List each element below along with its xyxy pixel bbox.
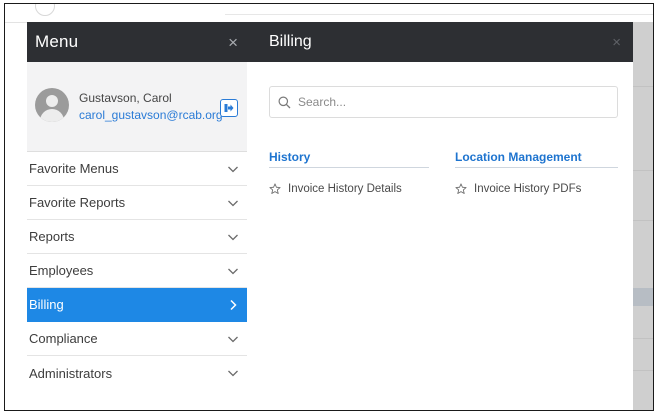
chevron-down-icon bbox=[228, 268, 238, 274]
billing-panel: Billing × History Invoice History Detail… bbox=[247, 22, 633, 410]
star-outline-icon[interactable] bbox=[455, 183, 467, 195]
sidebar-item-label: Compliance bbox=[29, 331, 98, 346]
search-box[interactable] bbox=[269, 86, 618, 118]
sidebar-item-employees[interactable]: Employees bbox=[27, 254, 247, 288]
link-label: Invoice History PDFs bbox=[474, 183, 582, 195]
background-row-divider bbox=[633, 86, 653, 87]
chevron-down-icon bbox=[228, 234, 238, 240]
close-panel-button[interactable]: × bbox=[612, 35, 621, 50]
dimmed-background-overlay[interactable] bbox=[633, 22, 653, 410]
section-heading: History bbox=[269, 150, 429, 168]
magnifier-icon bbox=[278, 96, 291, 108]
panel-header: Billing × bbox=[247, 22, 633, 62]
sidebar-item-billing[interactable]: Billing bbox=[27, 288, 247, 322]
section-history: History Invoice History Details bbox=[269, 150, 429, 195]
panel-title: Billing bbox=[269, 33, 312, 50]
background-row-divider bbox=[633, 338, 653, 339]
sidebar-item-reports[interactable]: Reports bbox=[27, 220, 247, 254]
logout-button[interactable] bbox=[220, 99, 238, 117]
sidebar-item-label: Employees bbox=[29, 263, 94, 278]
sidebar-item-favorite-menus[interactable]: Favorite Menus bbox=[27, 152, 247, 186]
avatar-torso bbox=[40, 109, 64, 122]
sidebar-item-label: Favorite Reports bbox=[29, 195, 126, 210]
user-name: Gustavson, Carol bbox=[79, 91, 172, 105]
sidebar-title: Menu bbox=[35, 32, 79, 51]
sidebar-item-label: Billing bbox=[29, 297, 64, 312]
section-heading: Location Management bbox=[455, 150, 618, 168]
chevron-down-icon bbox=[228, 200, 238, 206]
user-profile-card: Gustavson, Carol carol_gustavson@rcab.or… bbox=[27, 62, 247, 152]
sidebar-header: Menu × bbox=[27, 22, 247, 62]
chevron-down-icon bbox=[228, 166, 238, 172]
background-app-topbar bbox=[5, 4, 653, 23]
app-frame: Menu × Gustavson, Carol carol_gustavson@… bbox=[4, 3, 654, 411]
sidebar-item-compliance[interactable]: Compliance bbox=[27, 322, 247, 356]
section-location-management: Location Management Invoice History PDFs bbox=[455, 150, 618, 195]
user-email-link[interactable]: carol_gustavson@rcab.org bbox=[79, 108, 223, 122]
sidebar-item-administrators[interactable]: Administrators bbox=[27, 356, 247, 390]
avatar-placeholder-icon bbox=[35, 88, 69, 122]
sidebar-item-label: Reports bbox=[29, 229, 75, 244]
chevron-down-icon bbox=[228, 370, 238, 377]
close-menu-button[interactable]: × bbox=[228, 34, 238, 51]
background-row-divider bbox=[633, 370, 653, 371]
sign-out-arrow-icon bbox=[224, 104, 234, 112]
background-row-divider bbox=[633, 220, 653, 221]
star-outline-icon[interactable] bbox=[269, 183, 281, 195]
link-invoice-history-details[interactable]: Invoice History Details bbox=[269, 183, 429, 195]
chevron-down-icon bbox=[228, 336, 238, 342]
avatar-head bbox=[46, 95, 58, 107]
link-invoice-history-pdfs[interactable]: Invoice History PDFs bbox=[455, 183, 618, 195]
sidebar-item-favorite-reports[interactable]: Favorite Reports bbox=[27, 186, 247, 220]
chevron-right-icon bbox=[230, 299, 237, 310]
sidebar-item-label: Administrators bbox=[29, 365, 113, 381]
sidebar-menu: Menu × Gustavson, Carol carol_gustavson@… bbox=[27, 22, 248, 410]
link-label: Invoice History Details bbox=[288, 183, 402, 195]
background-row-divider bbox=[633, 170, 653, 171]
background-highlight-band bbox=[633, 288, 653, 306]
search-input[interactable] bbox=[296, 94, 600, 110]
sidebar-item-label: Favorite Menus bbox=[29, 161, 119, 176]
background-app-icon bbox=[35, 4, 55, 16]
background-app-divider bbox=[225, 14, 653, 15]
